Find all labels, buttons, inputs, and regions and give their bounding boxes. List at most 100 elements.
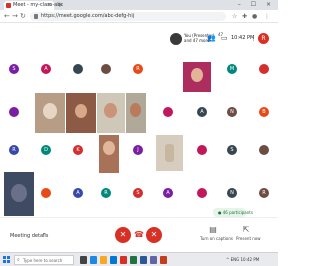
participant-tile[interactable]: N (220, 183, 244, 203)
address-bar[interactable]: https://meet.google.com/abc-defg-hij (30, 12, 226, 21)
tab-close-icon[interactable]: × (47, 2, 51, 9)
url-text[interactable]: https://meet.google.com/abc-defg-hij (41, 13, 134, 20)
word-icon[interactable] (140, 256, 147, 264)
menu-icon[interactable]: ⋮ (264, 12, 270, 21)
forward-icon[interactable]: → (12, 12, 18, 21)
participant-tile[interactable] (252, 140, 276, 160)
search-placeholder: Type here to search (23, 258, 63, 263)
present-label[interactable]: Present now (236, 236, 261, 241)
meet-favicon-icon (6, 3, 11, 8)
participant-tile[interactable]: D (34, 140, 58, 160)
video-feed-5[interactable] (183, 62, 211, 92)
windows-start-icon[interactable] (3, 256, 11, 264)
phone-hangup-icon: ☎ (134, 230, 144, 239)
reload-icon[interactable]: ↻ (20, 12, 26, 21)
participant-face (165, 144, 174, 162)
people-icon[interactable]: 👥 (207, 34, 216, 43)
participant-avatar (163, 107, 173, 117)
participant-tile[interactable]: B (252, 102, 276, 122)
participant-avatar: R (101, 188, 111, 198)
task-view-icon[interactable] (80, 256, 87, 264)
window-controls[interactable]: – ☐ × (238, 1, 275, 9)
participant-tile[interactable] (190, 183, 214, 203)
present-icon[interactable]: ⇱ (236, 225, 256, 234)
participant-tile[interactable] (66, 59, 90, 79)
meet-control-bar: Meeting details ^ ✕ ☎ ✕ ▤ Turn on captio… (0, 217, 278, 252)
captions-label[interactable]: Turn on captions (200, 236, 233, 241)
participant-tile[interactable]: N (220, 102, 244, 122)
participant-tile[interactable]: J (126, 140, 150, 160)
video-feed-1[interactable] (35, 93, 65, 133)
participant-avatar: A (41, 64, 51, 74)
participant-tile[interactable]: A (66, 183, 90, 203)
search-icon: ⌕ (17, 257, 20, 263)
participant-avatar: R (259, 188, 269, 198)
participant-avatar: S (133, 188, 143, 198)
video-feed-2[interactable] (66, 93, 96, 133)
end-call-button[interactable]: ☎ (131, 227, 147, 243)
powerpoint-icon[interactable] (160, 256, 167, 264)
system-tray[interactable]: ^ ENG 10:42 PM (226, 256, 259, 264)
star-icon[interactable]: ☆ (232, 12, 237, 21)
participant-tile[interactable]: A (34, 59, 58, 79)
participant-face (103, 141, 115, 155)
file-explorer-icon[interactable] (100, 256, 107, 264)
participant-avatar: N (227, 188, 237, 198)
participant-tile[interactable]: R (252, 183, 276, 203)
mic-button[interactable]: ✕ (115, 227, 131, 243)
participant-tile[interactable] (34, 183, 58, 203)
participant-tile[interactable]: S (2, 59, 26, 79)
video-feed-6[interactable] (99, 135, 119, 173)
mic-off-icon: ✕ (119, 230, 127, 239)
participant-face (130, 103, 141, 117)
more-options-icon[interactable]: ⋮ (250, 34, 257, 43)
participant-face (11, 184, 27, 202)
profile-icon[interactable]: ● (252, 12, 257, 21)
participant-avatar: N (227, 107, 237, 117)
participant-tile[interactable]: R (126, 59, 150, 79)
participant-tile[interactable]: S (126, 183, 150, 203)
back-icon[interactable]: ← (4, 12, 10, 21)
participant-tile[interactable]: M (220, 59, 244, 79)
participant-tile[interactable] (190, 140, 214, 160)
participant-avatar (9, 107, 19, 117)
participant-tile[interactable] (94, 59, 118, 79)
video-feed-7[interactable] (156, 135, 183, 171)
participant-face (191, 68, 203, 82)
extensions-icon[interactable]: ✚ (242, 12, 247, 21)
excel-icon[interactable] (130, 256, 137, 264)
participant-tile[interactable] (2, 102, 26, 122)
video-feed-3[interactable] (97, 93, 125, 133)
taskbar-search[interactable]: ⌕ Type here to search (14, 255, 74, 265)
participant-avatar: B (259, 107, 269, 117)
participants-pill-label: ● 46 participants (218, 210, 253, 215)
participant-avatar: A (163, 188, 173, 198)
store-icon[interactable] (110, 256, 117, 264)
chevron-up-icon[interactable]: ^ (42, 233, 46, 240)
self-video-thumbnail[interactable] (170, 33, 182, 45)
participant-tile[interactable]: K (66, 140, 90, 160)
participant-tile[interactable] (156, 102, 180, 122)
participant-tile[interactable]: R (2, 140, 26, 160)
account-avatar[interactable]: R (258, 33, 269, 44)
participant-tile[interactable]: S (220, 140, 244, 160)
video-feed-4[interactable] (126, 93, 146, 133)
participant-tile[interactable]: A (156, 183, 180, 203)
chrome-icon[interactable] (120, 256, 127, 264)
participant-avatar (73, 64, 83, 74)
video-feed-8[interactable] (4, 172, 34, 216)
new-tab-button[interactable]: + (57, 1, 63, 9)
edge-icon[interactable] (90, 256, 97, 264)
os-taskbar: ⌕ Type here to search ^ ENG 10:42 PM (0, 252, 278, 266)
chat-icon[interactable]: ▭ (221, 34, 228, 43)
participant-avatar (197, 145, 207, 155)
browser-tab[interactable]: Meet - my-class-abc × (4, 1, 63, 10)
participants-pill[interactable]: ● 46 participants (213, 208, 253, 217)
teams-icon[interactable] (150, 256, 157, 264)
participant-tile[interactable]: A (190, 102, 214, 122)
participant-tile[interactable] (252, 59, 276, 79)
participant-tile[interactable]: R (94, 183, 118, 203)
camera-button[interactable]: ✕ (146, 227, 162, 243)
captions-icon[interactable]: ▤ (203, 225, 223, 234)
participant-avatar: S (9, 64, 19, 74)
